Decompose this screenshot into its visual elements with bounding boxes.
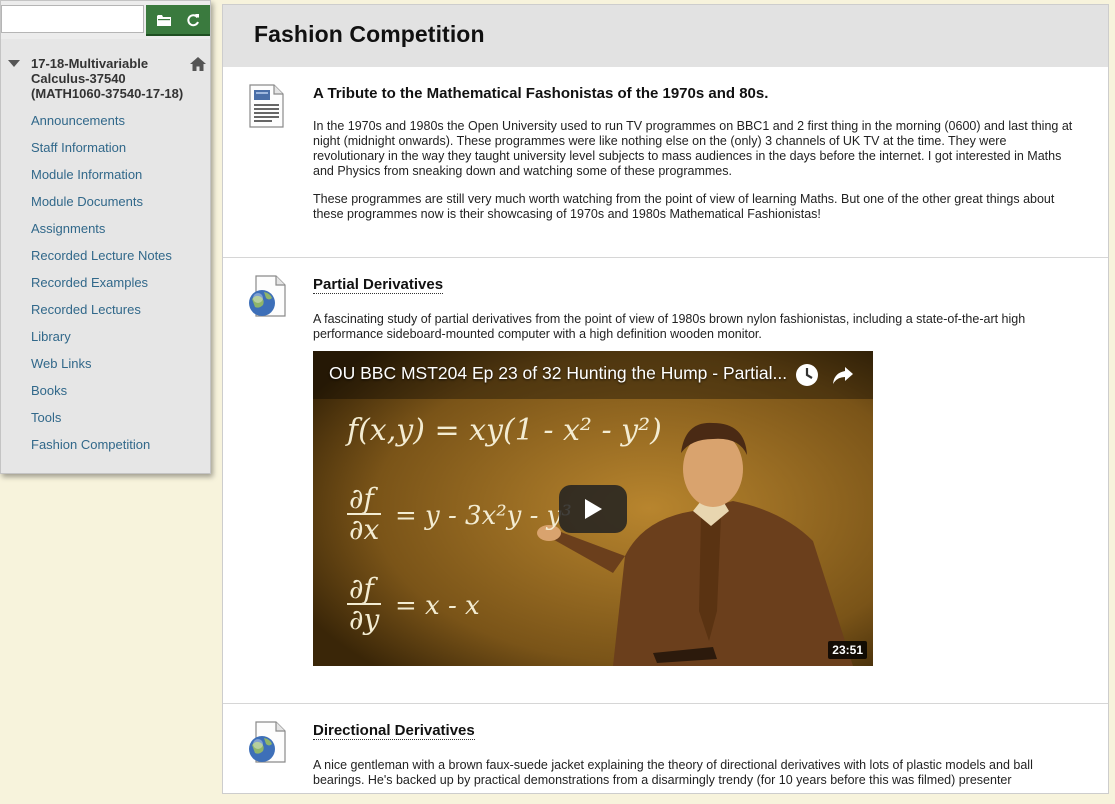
board-equation-fy: ∂f ∂y [347, 575, 382, 636]
refresh-icon [187, 14, 199, 27]
item-paragraph: In the 1970s and 1980s the Open Universi… [313, 119, 1073, 178]
menu-item-tools[interactable]: Tools [31, 410, 206, 437]
collapse-triangle-icon[interactable] [8, 60, 20, 67]
folder-view-button[interactable] [152, 9, 176, 31]
home-icon[interactable] [190, 57, 206, 71]
board-eq2-denominator: ∂x [349, 513, 380, 546]
course-header: 17-18-Multivariable Calculus-37540 (MATH… [1, 55, 210, 105]
item-paragraph: These programmes are still very much wor… [313, 192, 1055, 221]
content-item-partial-derivatives: Partial Derivatives A fascinating study … [223, 257, 1108, 704]
menu-item-assignments[interactable]: Assignments [31, 221, 206, 248]
folder-icon [157, 15, 171, 26]
menu-item-recorded-lectures[interactable]: Recorded Lectures [31, 302, 206, 329]
item-description: A fascinating study of partial derivativ… [313, 312, 1026, 341]
video-title[interactable]: OU BBC MST204 Ep 23 of 32 Hunting the Hu… [329, 363, 787, 384]
watch-later-icon[interactable] [795, 363, 819, 387]
menu-item-module-information[interactable]: Module Information [31, 167, 206, 194]
board-eq3-numerator: ∂f [347, 575, 382, 605]
menu-item-books[interactable]: Books [31, 383, 206, 410]
course-menu: Announcements Staff Information Module I… [31, 113, 206, 464]
content-area: Fashion Competition A Tribute to the Mat… [222, 4, 1109, 794]
content-item-tribute: A Tribute to the Mathematical Fashonista… [223, 67, 1108, 257]
menu-item-recorded-lecture-notes[interactable]: Recorded Lecture Notes [31, 248, 206, 275]
menu-item-web-links[interactable]: Web Links [31, 356, 206, 383]
menu-search-bar [1, 1, 210, 39]
play-icon [585, 499, 602, 519]
menu-tools [146, 5, 210, 36]
board-eq2-numerator: ∂f [347, 485, 382, 515]
web-link-icon [249, 721, 286, 763]
board-equation-fx: ∂f ∂x [347, 485, 382, 546]
menu-item-library[interactable]: Library [31, 329, 206, 356]
course-title[interactable]: 17-18-Multivariable Calculus-37540 (MATH… [31, 56, 191, 101]
menu-item-announcements[interactable]: Announcements [31, 113, 206, 140]
menu-item-module-documents[interactable]: Module Documents [31, 194, 206, 221]
board-equation-f: f(x,y) = xy(1 - x² - y²) [347, 413, 662, 448]
partial-derivatives-link[interactable]: Partial Derivatives [313, 276, 444, 294]
page-title: Fashion Competition [254, 21, 485, 47]
menu-item-staff-information[interactable]: Staff Information [31, 140, 206, 167]
video-duration: 23:51 [828, 641, 867, 659]
board-eq3-denominator: ∂y [349, 603, 380, 636]
document-icon [249, 84, 284, 128]
page-header: Fashion Competition [223, 5, 1108, 67]
play-button[interactable] [559, 485, 627, 533]
refresh-button[interactable] [181, 9, 205, 31]
menu-item-recorded-examples[interactable]: Recorded Examples [31, 275, 206, 302]
web-link-icon [249, 275, 286, 317]
board-equation-fy-rhs: = x - x [395, 591, 480, 621]
content-item-directional-derivatives: Directional Derivatives A nice gentleman… [223, 703, 1108, 804]
course-menu-sidebar: 17-18-Multivariable Calculus-37540 (MATH… [0, 0, 211, 474]
youtube-video-player[interactable]: f(x,y) = xy(1 - x² - y²) ∂f ∂x = y - 3x²… [313, 351, 873, 666]
board-equation-fx-rhs: = y - 3x²y - y³ [395, 501, 572, 531]
menu-search-input[interactable] [1, 5, 144, 33]
item-title: A Tribute to the Mathematical Fashonista… [313, 85, 769, 102]
directional-derivatives-link[interactable]: Directional Derivatives [313, 722, 475, 740]
share-icon[interactable] [831, 363, 855, 387]
menu-item-fashion-competition[interactable]: Fashion Competition [31, 437, 206, 464]
